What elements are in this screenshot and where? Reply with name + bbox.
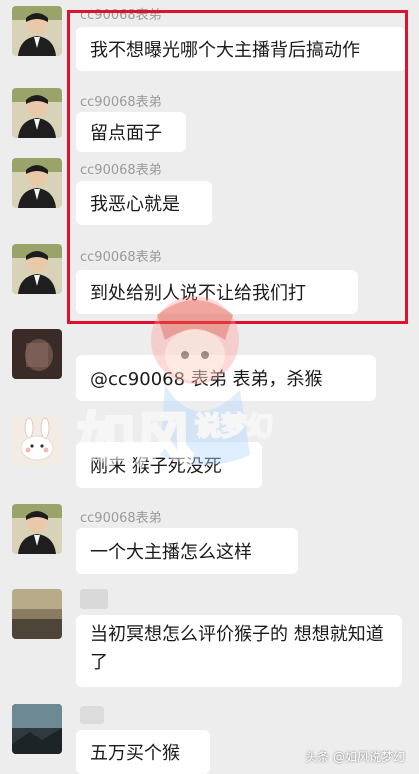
sender-name: cc90068表弟	[80, 250, 162, 265]
message-bubble[interactable]: @cc90068 表弟 表弟，杀猴	[76, 355, 376, 401]
message-bubble[interactable]: 当初冥想怎么评价猴子的 想想就知道了	[76, 615, 402, 687]
avatar[interactable]	[12, 244, 62, 294]
avatar[interactable]	[12, 329, 62, 379]
avatar[interactable]	[12, 704, 62, 754]
sender-name	[80, 589, 108, 609]
sender-name: cc90068表弟	[80, 511, 162, 526]
message-bubble[interactable]: 留点面子	[76, 112, 186, 152]
message-bubble[interactable]: 我不想曝光哪个大主播背后搞动作	[76, 27, 406, 71]
footer-credit: 头条 @如风说梦幻	[305, 750, 405, 764]
avatar[interactable]	[12, 416, 62, 466]
message-bubble[interactable]: 五万买个猴	[76, 730, 210, 774]
chat-message: cc90068表弟 一个大主播怎么这样	[0, 500, 419, 580]
chat-message: cc90068表弟 我不想曝光哪个大主播背后搞动作	[0, 0, 419, 71]
chat-message: 刚来 猴子死没死	[0, 410, 419, 490]
message-bubble[interactable]: 刚来 猴子死没死	[76, 442, 262, 488]
avatar[interactable]	[12, 88, 62, 138]
chat-message: @cc90068 表弟 表弟，杀猴	[0, 325, 419, 405]
avatar[interactable]	[12, 158, 62, 208]
avatar[interactable]	[12, 6, 62, 56]
avatar[interactable]	[12, 504, 62, 554]
sender-name: cc90068表弟	[80, 95, 162, 110]
message-bubble[interactable]: 我恶心就是	[76, 181, 212, 225]
avatar[interactable]	[12, 589, 62, 639]
sender-name: cc90068表弟	[80, 163, 162, 178]
chat-message: cc90068表弟 到处给别人说不让给我们打	[0, 238, 419, 318]
sender-name	[80, 706, 104, 724]
message-bubble[interactable]: 到处给别人说不让给我们打	[76, 270, 358, 314]
chat-message: cc90068表弟 我恶心就是	[0, 150, 419, 230]
message-bubble[interactable]: 一个大主播怎么这样	[76, 528, 298, 574]
chat-message: 当初冥想怎么评价猴子的 想想就知道了	[0, 585, 419, 695]
chat-message: cc90068表弟 留点面子	[0, 82, 419, 152]
sender-name: cc90068表弟	[80, 8, 162, 23]
